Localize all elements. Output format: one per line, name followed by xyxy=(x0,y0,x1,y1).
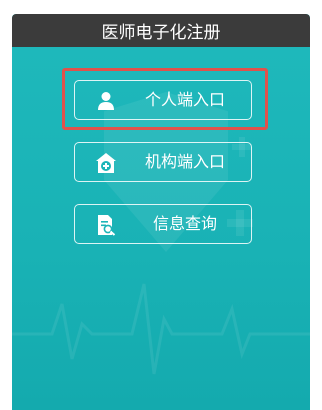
info-query-label: 信息查询 xyxy=(152,214,217,233)
document-search-icon xyxy=(98,215,116,236)
institution-entry-button[interactable]: 机构端入口 xyxy=(74,142,252,182)
institution-entry-label: 机构端入口 xyxy=(144,152,225,171)
panel-header: 医师电子化注册 xyxy=(12,14,310,47)
watermark-ecg-line xyxy=(12,283,310,375)
panel-title: 医师电子化注册 xyxy=(101,23,221,43)
hospital-icon xyxy=(96,153,116,173)
info-query-button[interactable]: 信息查询 xyxy=(74,204,252,244)
highlight-box xyxy=(62,68,268,130)
